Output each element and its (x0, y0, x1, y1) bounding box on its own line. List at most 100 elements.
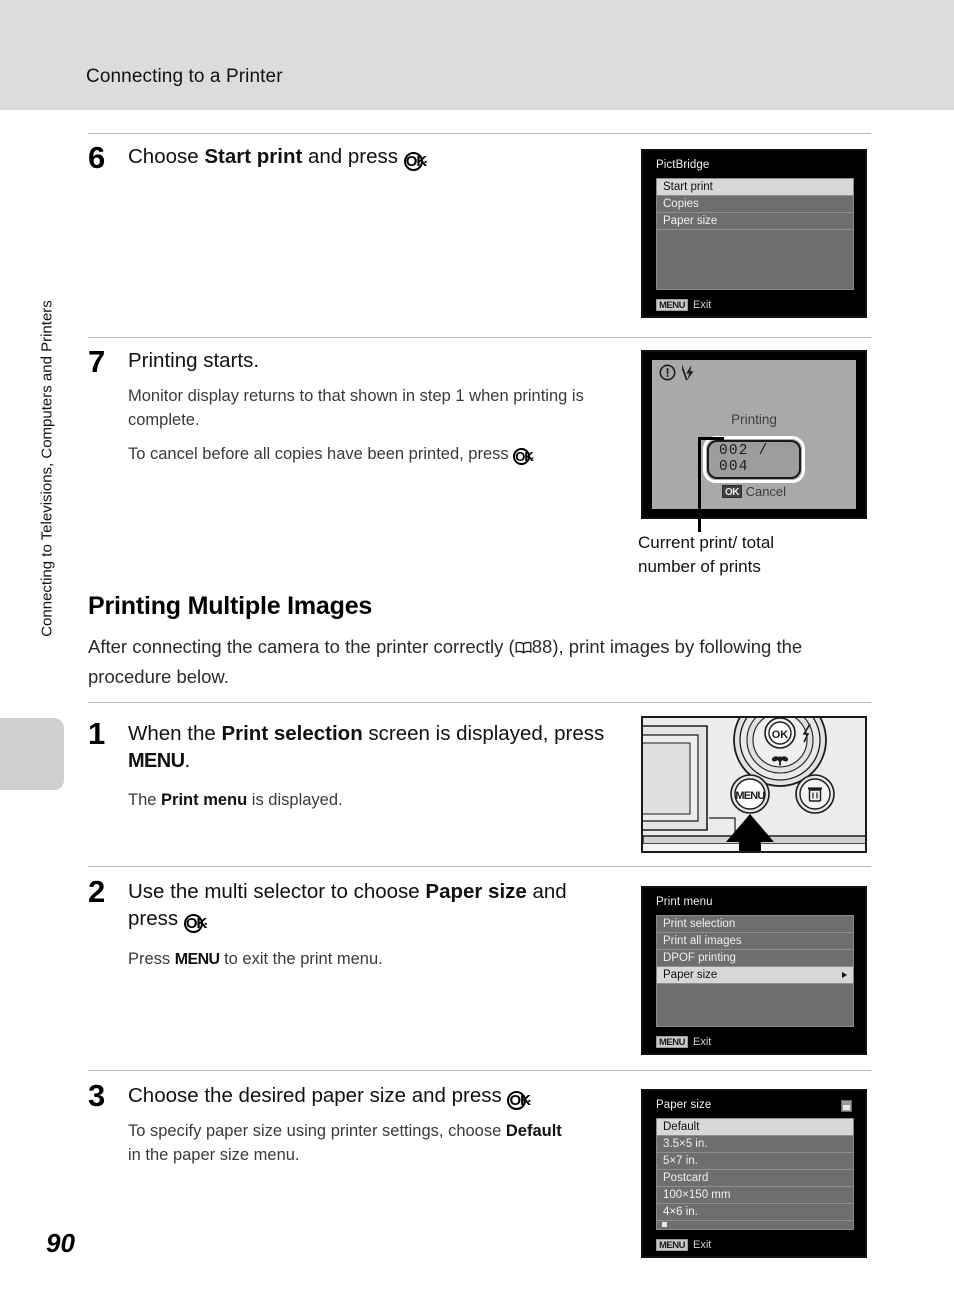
camera-back-illustration: OK MENU (641, 716, 867, 853)
book-reference-icon (515, 641, 532, 654)
screen-printing-count: 002 / 004 (707, 440, 801, 479)
multistep-2-heading-bold: Paper size (425, 880, 527, 903)
scroll-indicator-icon (841, 1100, 852, 1112)
step-7-heading: Printing starts. (128, 349, 260, 372)
multistep-1-heading: When the Print selection screen is displ… (128, 720, 618, 774)
screen-print-menu-title: Print menu (656, 896, 713, 908)
ok-button-icon: OK (721, 485, 742, 498)
callout-current-print: Current print/ total number of prints (638, 531, 868, 579)
menu-item-empty (657, 984, 853, 1001)
screen-printing-status-icons (659, 364, 698, 381)
screen-printing-cancel-label: Cancel (745, 484, 787, 499)
ok-button-icon: OK (183, 914, 207, 934)
multistep-1-body: The Print menu is displayed. (128, 789, 598, 813)
menu-item-empty (657, 247, 853, 264)
divider-step6-step7 (88, 337, 871, 338)
section-paragraph-pre: After connecting the camera to the print… (88, 636, 515, 657)
screen-print-menu: Print menu Print selection Print all ima… (641, 886, 867, 1055)
step-7-body-2-pre: To cancel before all copies have been pr… (128, 445, 514, 463)
multistep-3-number: 3 (88, 1078, 106, 1113)
multistep-3-body-bold: Default (505, 1122, 562, 1140)
screen-pictbridge: PictBridge Start print Copies Paper size… (641, 149, 867, 318)
menu-item-3-5x5-in[interactable]: 3.5×5 in. (657, 1136, 853, 1153)
screen-paper-size: Paper size Default 3.5×5 in. 5×7 in. Pos… (641, 1089, 867, 1258)
step-7-body-2-post: . (530, 445, 535, 463)
screen-printing-lcd: Printing 002 / 004 OK Cancel (652, 360, 856, 509)
step-6-heading-bold: Start print (204, 145, 303, 168)
screen-paper-size-title: Paper size (656, 1099, 712, 1111)
menu-item-5x7-in[interactable]: 5×7 in. (657, 1153, 853, 1170)
step-7-number: 7 (88, 344, 106, 379)
menu-item-100x150-mm[interactable]: 100×150 mm (657, 1187, 853, 1204)
section-heading: Printing Multiple Images (88, 592, 373, 620)
multistep-1-body-post: is displayed. (247, 791, 343, 809)
screen-paper-size-list: Default 3.5×5 in. 5×7 in. Postcard 100×1… (656, 1118, 854, 1230)
multistep-2-body: Press MENU to exit the print menu. (128, 948, 598, 972)
ok-button-icon: OK (513, 448, 534, 465)
screen-paper-size-footer-label: Exit (692, 1239, 712, 1251)
divider-step2-step3 (88, 1070, 871, 1071)
callout-line-1: Current print/ total (638, 533, 775, 552)
menu-item-paper-size[interactable]: Paper size (657, 967, 853, 984)
multistep-2-number: 2 (88, 874, 106, 909)
screen-pictbridge-title: PictBridge (656, 159, 710, 171)
multistep-2-body-pre: Press (128, 950, 175, 968)
multistep-1-heading-end: . (184, 749, 191, 773)
multistep-1-body-pre: The (128, 791, 162, 809)
flash-off-icon (682, 364, 694, 381)
menu-button-icon: MENU (656, 1239, 688, 1251)
menu-item-start-print[interactable]: Start print (657, 179, 853, 196)
step-6-heading: Choose Start print and press OK. (128, 143, 608, 171)
multistep-3-heading-text: Choose the desired paper size and press (128, 1084, 508, 1107)
menu-item-default[interactable]: Default (657, 1119, 853, 1136)
leader-line-vertical (698, 437, 701, 532)
divider-step1-step2 (88, 866, 871, 867)
multistep-2-body-post: to exit the print menu. (219, 950, 383, 968)
menu-button-icon: MENU (656, 1036, 688, 1048)
menu-button-icon: MENU (174, 951, 220, 968)
menu-item-empty (657, 264, 853, 281)
step-7-body-1: Monitor display returns to that shown in… (128, 387, 584, 429)
menu-item-4x6-in[interactable]: 4×6 in. (657, 1204, 853, 1221)
callout-line-2: number of prints (638, 557, 761, 577)
multistep-1-heading-bold: Print selection (221, 722, 363, 745)
page-content: 6 Choose Start print and press OK. PictB… (0, 0, 954, 1314)
menu-button-icon: MENU (656, 299, 688, 311)
step-6-heading-pre: Choose (128, 145, 205, 168)
screen-pictbridge-list: Start print Copies Paper size (656, 178, 854, 290)
screen-pictbridge-footer: MENU Exit (656, 299, 711, 311)
screen-print-menu-footer-label: Exit (692, 1036, 712, 1048)
section-paragraph: After connecting the camera to the print… (88, 632, 858, 692)
screen-printing-cancel: OK Cancel (652, 484, 856, 499)
svg-text:OK: OK (772, 729, 789, 741)
divider-top (88, 133, 871, 134)
step-7-body-2: To cancel before all copies have been pr… (128, 443, 608, 467)
multistep-3-body: To specify paper size using printer sett… (128, 1120, 578, 1168)
multistep-1-heading-pre: When the (128, 722, 222, 745)
ok-button-icon: OK (507, 1091, 531, 1110)
menu-button-icon: MENU (128, 750, 185, 773)
menu-item-postcard[interactable]: Postcard (657, 1170, 853, 1187)
leader-line-horizontal (698, 437, 724, 440)
menu-item-print-all-images[interactable]: Print all images (657, 933, 853, 950)
menu-item-dpof-printing[interactable]: DPOF printing (657, 950, 853, 967)
ok-button-icon: OK (403, 152, 427, 171)
menu-item-copies[interactable]: Copies (657, 196, 853, 213)
warning-icon (659, 364, 676, 381)
scroll-down-indicator-icon (662, 1222, 667, 1227)
menu-item-print-selection[interactable]: Print selection (657, 916, 853, 933)
multistep-2-heading-pre: Use the multi selector to choose (128, 880, 426, 903)
multistep-3-body-post: in the paper size menu. (128, 1145, 300, 1164)
menu-item-paper-size[interactable]: Paper size (657, 213, 853, 230)
multistep-3-body-pre: To specify paper size using printer sett… (128, 1122, 506, 1140)
screen-printing: Printing 002 / 004 OK Cancel (641, 350, 867, 519)
screen-print-menu-footer: MENU Exit (656, 1036, 711, 1048)
chevron-right-icon (842, 972, 847, 978)
divider-section-step1 (88, 702, 871, 703)
multistep-1-number: 1 (88, 716, 106, 751)
menu-item-paper-size-label: Paper size (663, 969, 718, 981)
multistep-3-heading: Choose the desired paper size and press … (128, 1082, 628, 1110)
step-6-number: 6 (88, 140, 106, 175)
screen-printing-label: Printing (731, 412, 777, 427)
svg-text:MENU: MENU (735, 790, 765, 802)
